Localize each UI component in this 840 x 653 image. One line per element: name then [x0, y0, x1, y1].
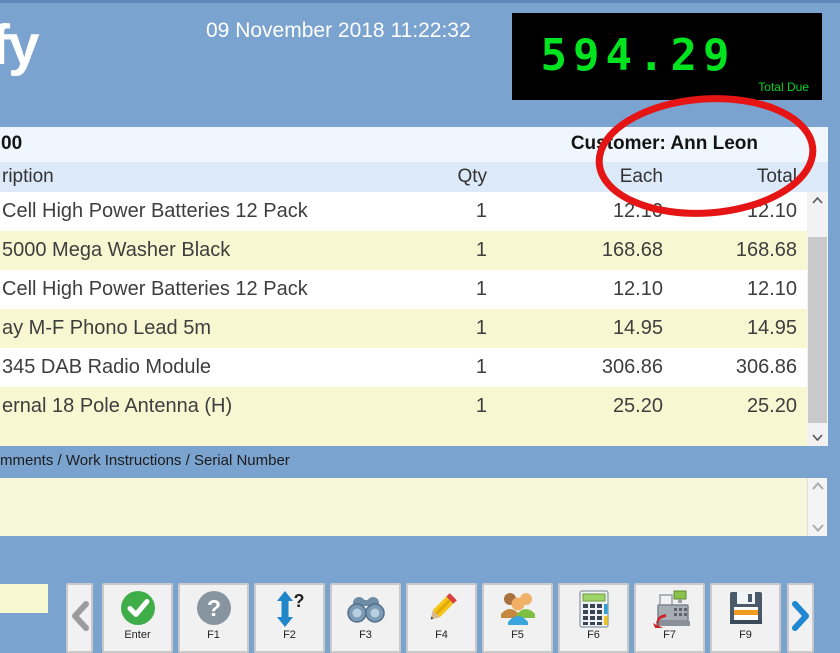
item-each: 12.10 [487, 278, 663, 301]
window-top-edge [0, 0, 840, 3]
button-label: F1 [180, 629, 247, 641]
header-qty: Qty [407, 166, 487, 188]
header-description: ription [0, 166, 407, 188]
updown-arrow-question-icon: ? [256, 590, 323, 628]
scroll-up-icon[interactable] [807, 192, 828, 209]
item-total: 12.10 [663, 200, 797, 223]
item-qty: 1 [407, 278, 487, 301]
item-qty: 1 [407, 395, 487, 418]
table-row[interactable]: ernal 18 Pole Antenna (H) 1 25.20 25.20 [0, 387, 807, 426]
input-area-fragment [0, 584, 48, 613]
item-qty: 1 [407, 356, 487, 379]
scroll-up-icon[interactable] [808, 478, 827, 494]
item-description: Cell High Power Batteries 12 Pack [0, 200, 407, 223]
table-row[interactable]: 345 DAB Radio Module 1 306.86 306.86 [0, 348, 807, 387]
item-each: 12.10 [487, 200, 663, 223]
item-each: 168.68 [487, 239, 663, 262]
total-due-label: Total Due [758, 80, 809, 94]
comments-input[interactable] [0, 478, 827, 536]
binoculars-icon [332, 595, 399, 623]
check-circle-icon [104, 590, 171, 626]
comments-section-label: mments / Work Instructions / Serial Numb… [0, 452, 290, 469]
button-label: F5 [484, 629, 551, 641]
item-total: 14.95 [663, 317, 797, 340]
button-label: F2 [256, 629, 323, 641]
item-each: 14.95 [487, 317, 663, 340]
sale-info-bar: 00 Customer: Ann Leon [0, 127, 828, 162]
people-icon [484, 590, 551, 626]
f2-quantity-button[interactable]: ? F2 [254, 583, 325, 653]
header-each: Each [487, 166, 663, 188]
app-logo: fy [0, 12, 38, 78]
f1-help-button[interactable]: ? F1 [178, 583, 249, 653]
button-label: F9 [712, 629, 779, 641]
f9-save-button[interactable]: F9 [710, 583, 781, 653]
item-qty: 1 [407, 200, 487, 223]
table-row[interactable]: Cell High Power Batteries 12 Pack 1 12.1… [0, 192, 807, 231]
f7-register-button[interactable]: F7 [634, 583, 705, 653]
floppy-disk-icon [712, 590, 779, 626]
f3-search-button[interactable]: F3 [330, 583, 401, 653]
chevron-left-icon [68, 601, 91, 631]
table-row[interactable]: Cell High Power Batteries 12 Pack 1 12.1… [0, 270, 807, 309]
toolbar-next-button[interactable] [787, 583, 814, 653]
item-total: 25.20 [663, 395, 797, 418]
calculator-icon [560, 590, 627, 628]
button-label: F6 [560, 629, 627, 641]
items-table-body: Cell High Power Batteries 12 Pack 1 12.1… [0, 192, 807, 426]
comments-scrollbar[interactable] [807, 478, 827, 536]
item-qty: 1 [407, 239, 487, 262]
toolbar-prev-button[interactable] [66, 583, 93, 653]
f6-calculator-button[interactable]: F6 [558, 583, 629, 653]
item-total: 12.10 [663, 278, 797, 301]
item-description: Cell High Power Batteries 12 Pack [0, 278, 407, 301]
button-label: F7 [636, 629, 703, 641]
chevron-right-icon [789, 601, 812, 631]
item-description: ernal 18 Pole Antenna (H) [0, 395, 407, 418]
scrollbar-thumb[interactable] [808, 237, 827, 423]
total-due-led-display: 594.29 Total Due [512, 13, 822, 100]
item-total: 306.86 [663, 356, 797, 379]
sale-number-fragment: 00 [1, 133, 22, 155]
table-row[interactable]: 5000 Mega Washer Black 1 168.68 168.68 [0, 231, 807, 270]
item-description: 5000 Mega Washer Black [0, 239, 407, 262]
table-scrollbar[interactable] [807, 192, 828, 446]
question-circle-icon: ? [180, 590, 247, 626]
pencil-icon [408, 590, 475, 626]
item-description: 345 DAB Radio Module [0, 356, 407, 379]
customer-name: Customer: Ann Leon [571, 133, 758, 155]
button-label: F3 [332, 629, 399, 641]
scroll-down-icon[interactable] [807, 429, 828, 446]
button-label: Enter [104, 629, 171, 641]
f4-edit-button[interactable]: F4 [406, 583, 477, 653]
table-row[interactable]: ay M-F Phono Lead 5m 1 14.95 14.95 [0, 309, 807, 348]
svg-text:?: ? [206, 595, 220, 621]
f5-customers-button[interactable]: F5 [482, 583, 553, 653]
table-empty-area [0, 426, 807, 446]
item-each: 306.86 [487, 356, 663, 379]
button-label: F4 [408, 629, 475, 641]
header-total: Total [663, 166, 797, 188]
item-total: 168.68 [663, 239, 797, 262]
enter-button[interactable]: Enter [102, 583, 173, 653]
cash-register-icon [636, 590, 703, 628]
item-description: ay M-F Phono Lead 5m [0, 317, 407, 340]
total-due-amount: 594.29 [512, 30, 822, 81]
datetime-display: 09 November 2018 11:22:32 [206, 19, 471, 43]
item-each: 25.20 [487, 395, 663, 418]
items-table-header: ription Qty Each Total [0, 162, 828, 192]
svg-text:?: ? [293, 591, 304, 611]
scroll-down-icon[interactable] [808, 520, 827, 536]
item-qty: 1 [407, 317, 487, 340]
